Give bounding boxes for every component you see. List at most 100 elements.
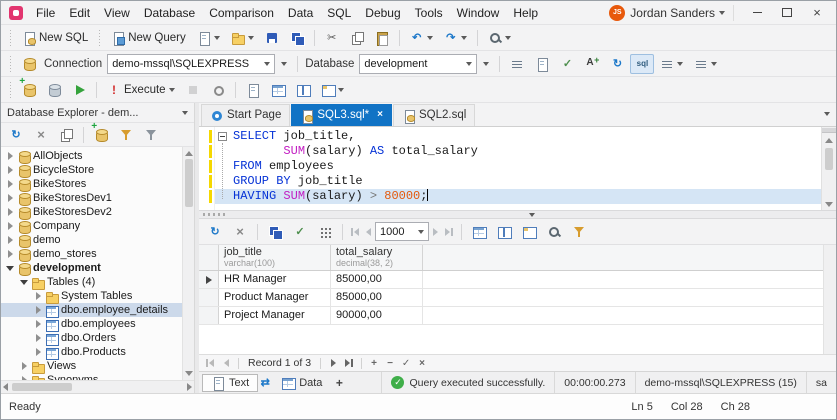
sql-editor[interactable]: SELECT job_title, SUM(salary) AS total_s… xyxy=(199,126,836,211)
pivot-table-button[interactable] xyxy=(316,80,349,100)
connection-dropdown-button[interactable] xyxy=(276,59,292,69)
horizontal-splitter[interactable] xyxy=(199,210,836,220)
new-document-button[interactable] xyxy=(192,28,225,48)
refresh-button[interactable] xyxy=(605,54,629,74)
menu-window[interactable]: Window xyxy=(450,3,507,23)
cell-3-2[interactable]: 90000,00 xyxy=(331,307,423,325)
stop-button[interactable] xyxy=(181,80,205,100)
export-data-button[interactable] xyxy=(263,222,287,242)
split-view-button[interactable] xyxy=(492,222,516,242)
expand-arrow-icon[interactable] xyxy=(19,277,29,287)
expand-arrow-icon[interactable] xyxy=(5,193,15,203)
commit-button[interactable] xyxy=(288,222,312,242)
scroll-up-icon[interactable] xyxy=(825,137,833,143)
editor-split-handle[interactable] xyxy=(822,127,836,133)
filter-grid-button[interactable] xyxy=(567,222,591,242)
tab-data[interactable]: Data xyxy=(272,374,331,392)
delete-record-button[interactable] xyxy=(383,357,397,370)
scroll-up-icon[interactable] xyxy=(184,151,193,156)
code-fold-icon[interactable] xyxy=(218,131,227,141)
scrollbar-thumb[interactable] xyxy=(12,383,72,391)
close-button[interactable] xyxy=(802,2,832,24)
results-vertical-scrollbar[interactable] xyxy=(823,245,836,355)
expand-arrow-icon[interactable] xyxy=(19,375,29,380)
user-menu-caret-icon[interactable] xyxy=(719,10,725,15)
explorer-vertical-scrollbar[interactable] xyxy=(182,147,194,380)
tree-item-demo[interactable]: demo xyxy=(1,233,182,248)
editor-line-4[interactable]: GROUP BY job_title xyxy=(233,174,821,189)
execute-button[interactable]: Execute xyxy=(102,80,180,100)
tree-item-demo-stores[interactable]: demo_stores xyxy=(1,247,182,262)
copy-button[interactable] xyxy=(345,28,369,48)
expand-arrow-icon[interactable] xyxy=(19,361,29,371)
user-avatar-icon[interactable]: JS xyxy=(609,4,626,21)
expand-arrow-icon[interactable] xyxy=(5,263,15,273)
tree-item-views[interactable]: Views xyxy=(1,359,182,374)
expand-arrow-icon[interactable] xyxy=(5,249,15,259)
results-split-button[interactable] xyxy=(291,80,315,100)
tree-item-system-tables[interactable]: System Tables xyxy=(1,289,182,304)
table-row-2[interactable]: Product Manager 85000,00 xyxy=(199,289,823,308)
tree-item-bikestoresdev1[interactable]: BikeStoresDev1 xyxy=(1,191,182,206)
run-button[interactable] xyxy=(67,80,91,100)
tab-list-caret-icon[interactable] xyxy=(824,112,830,117)
last-page-button[interactable] xyxy=(442,226,456,238)
font-size-button[interactable] xyxy=(580,54,604,74)
menu-file[interactable]: File xyxy=(29,3,62,23)
next-record-button[interactable] xyxy=(326,357,340,370)
filter-button[interactable] xyxy=(114,125,138,145)
document-map-button[interactable] xyxy=(530,54,554,74)
scroll-right-icon[interactable] xyxy=(187,383,192,391)
expand-arrow-icon[interactable] xyxy=(33,305,43,315)
grid-corner[interactable] xyxy=(199,245,219,271)
cell-2-1[interactable]: Product Manager xyxy=(219,289,331,307)
row-selector[interactable] xyxy=(199,307,219,325)
grid-view-button[interactable] xyxy=(467,222,491,242)
menu-database[interactable]: Database xyxy=(137,3,202,23)
cell-1-1[interactable]: HR Manager xyxy=(219,271,331,289)
scrollbar-thumb[interactable] xyxy=(184,159,193,207)
document-outline-button[interactable] xyxy=(505,54,529,74)
table-row-1[interactable]: HR Manager 85000,00 xyxy=(199,271,823,290)
menu-debug[interactable]: Debug xyxy=(358,3,407,23)
cell-2-2[interactable]: 85000,00 xyxy=(331,289,423,307)
tree-item-development[interactable]: development xyxy=(1,261,182,276)
find-in-grid-button[interactable] xyxy=(542,222,566,242)
query-profiler-button[interactable] xyxy=(241,80,265,100)
toolbar-grip[interactable] xyxy=(10,81,11,98)
tree-item-bikestores[interactable]: BikeStores xyxy=(1,177,182,192)
tree-item-company[interactable]: Company xyxy=(1,219,182,234)
connection-manager-button[interactable] xyxy=(17,54,41,74)
row-selector[interactable] xyxy=(199,289,219,307)
expand-arrow-icon[interactable] xyxy=(5,151,15,161)
expand-arrow-icon[interactable] xyxy=(33,333,43,343)
tree-item-allobjects[interactable]: AllObjects xyxy=(1,149,182,164)
toolbar-grip[interactable] xyxy=(99,29,101,46)
connect-button[interactable] xyxy=(17,76,41,100)
expand-arrow-icon[interactable] xyxy=(33,347,43,357)
doc-tab-sql3-sql[interactable]: SQL3.sql* xyxy=(291,103,392,126)
explorer-copy-button[interactable] xyxy=(54,125,78,145)
first-record-button[interactable] xyxy=(203,357,217,370)
minimize-button[interactable] xyxy=(742,2,772,24)
tree-item-tables-4[interactable]: Tables (4) xyxy=(1,275,182,290)
expand-arrow-icon[interactable] xyxy=(33,291,43,301)
disconnect-button[interactable] xyxy=(42,80,66,100)
scrollbar-thumb[interactable] xyxy=(825,147,833,170)
connection-combobox[interactable]: demo-mssql\SQLEXPRESS xyxy=(107,53,276,74)
cell-1-2[interactable]: 85000,00 xyxy=(331,271,423,289)
tab-text[interactable]: Text xyxy=(202,373,259,392)
save-button[interactable] xyxy=(260,28,284,48)
column-header-total-salary[interactable]: total_salary decimal(38, 2) xyxy=(331,245,423,271)
maximize-button[interactable] xyxy=(772,2,802,24)
row-selector[interactable] xyxy=(199,271,219,289)
explorer-refresh-button[interactable] xyxy=(4,125,28,145)
prev-record-button[interactable] xyxy=(219,357,233,370)
editor-code-area[interactable]: SELECT job_title, SUM(salary) AS total_s… xyxy=(215,127,821,210)
editor-vertical-scrollbar[interactable] xyxy=(821,126,836,211)
redo-button[interactable] xyxy=(439,28,472,48)
results-position-button[interactable] xyxy=(266,80,290,100)
menu-data[interactable]: Data xyxy=(281,3,320,23)
menu-help[interactable]: Help xyxy=(506,3,545,23)
close-tab-icon[interactable] xyxy=(377,110,383,120)
